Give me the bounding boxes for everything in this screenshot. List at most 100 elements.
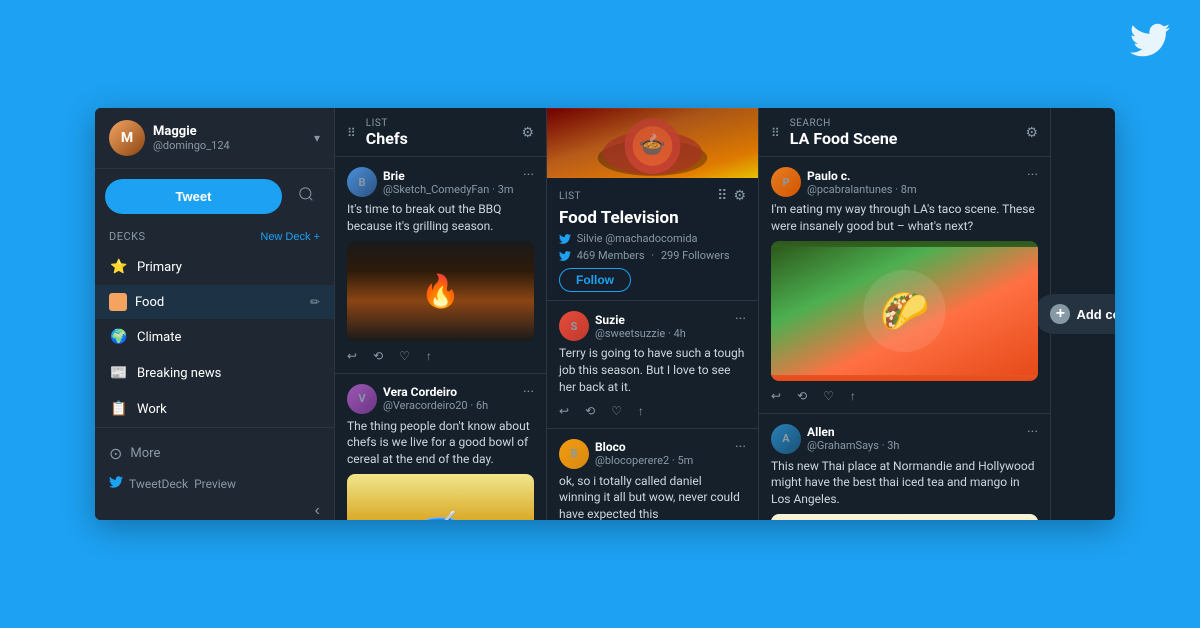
more-button[interactable]: ⊙ More xyxy=(109,438,320,469)
tweet-more-suzie[interactable]: ··· xyxy=(735,311,746,327)
food-tv-drag[interactable]: ⠿ xyxy=(717,188,727,204)
chefs-column-header: ⠿ List Chefs ⚙ xyxy=(335,108,546,157)
la-food-type-label: Search xyxy=(790,118,898,129)
twitter-bird-logo xyxy=(1130,20,1170,69)
like-button-paulo[interactable]: ♡ xyxy=(823,389,834,403)
share-button-suzie[interactable]: ↑ xyxy=(638,404,644,418)
chefs-title: Chefs xyxy=(366,129,408,148)
avatar-bloco: B xyxy=(559,439,589,469)
deck-label-primary: Primary xyxy=(137,260,182,275)
cereal-image: 🥣 xyxy=(347,474,534,520)
food-tv-gear-icon[interactable]: ⚙ xyxy=(733,188,746,204)
tweet-image-vera: 🥣 Vera Cordeiro xyxy=(347,474,534,520)
tweet-allen: A Allen @GrahamSays · 3h ··· This new xyxy=(759,414,1050,520)
tweet-brie: B Brie @Sketch_ComedyFan · 3m ··· It's xyxy=(335,157,546,374)
sidebar-header: M Maggie @domingo_124 ▾ xyxy=(95,108,334,169)
tweet-image-allen: 🧋 xyxy=(771,514,1038,520)
tweet-more-brie[interactable]: ··· xyxy=(523,167,534,183)
svg-text:🌮: 🌮 xyxy=(879,287,929,334)
food-tv-header-image: 🍲 xyxy=(547,108,758,178)
tweetdeck-window: M Maggie @domingo_124 ▾ Tweet Decks New … xyxy=(95,108,1115,520)
share-button-brie[interactable]: ↑ xyxy=(426,349,432,363)
sidebar-footer: ⊙ More TweetDeck Preview ‹ xyxy=(95,427,334,520)
new-deck-button[interactable]: New Deck + xyxy=(260,231,320,243)
la-food-drag[interactable]: ⠿ xyxy=(771,126,780,140)
tweet-vera: V Vera Cordeiro @Veracordeiro20 · 6h ··· xyxy=(335,374,546,520)
edit-icon[interactable]: ✏ xyxy=(310,295,320,309)
bbq-image: 🔥 xyxy=(347,241,534,341)
taco-image: 🌮 xyxy=(771,241,1038,381)
tweet-more-bloco[interactable]: ··· xyxy=(735,439,746,455)
tweet-body-suzie: Terry is going to have such a tough job … xyxy=(559,345,746,395)
share-button-paulo[interactable]: ↑ xyxy=(850,389,856,403)
drag-handle[interactable]: ⠿ xyxy=(347,126,356,140)
retweet-button-paulo[interactable]: ⟲ xyxy=(797,389,807,403)
tweet-button[interactable]: Tweet xyxy=(105,179,282,214)
tweet-actions-paulo: ↩ ⟲ ♡ ↑ xyxy=(771,387,1038,403)
avatar-suzie: S xyxy=(559,311,589,341)
username: Maggie xyxy=(153,124,230,139)
retweet-button-brie[interactable]: ⟲ xyxy=(373,349,383,363)
avatar-brie: B xyxy=(347,167,377,197)
tweet-body-bloco: ok, so i totally called daniel winning i… xyxy=(559,473,746,520)
chefs-gear-icon[interactable]: ⚙ xyxy=(521,125,534,141)
columns-area: ⠿ List Chefs ⚙ B Brie xyxy=(335,108,1115,520)
user-handle: @domingo_124 xyxy=(153,139,230,152)
tweet-body-allen: This new Thai place at Normandie and Hol… xyxy=(771,458,1038,508)
like-button-brie[interactable]: ♡ xyxy=(399,349,410,363)
tweet-image-paulo: 🌮 xyxy=(771,241,1038,381)
tweet-image-brie: 🔥 xyxy=(347,241,534,341)
tweet-suzie: S Suzie @sweetsuzzie · 4h ··· Terry is xyxy=(547,301,758,428)
globe-icon: 🌍 xyxy=(109,327,129,347)
tweet-paulo: P Paulo c. @pcabralantunes · 8m ··· I' xyxy=(759,157,1050,414)
sidebar-item-primary[interactable]: ⭐ Primary xyxy=(95,249,334,285)
sidebar-actions: Tweet xyxy=(95,169,334,224)
collapse-sidebar-button[interactable]: ‹ xyxy=(315,502,320,520)
sidebar-item-work[interactable]: 📋 Work xyxy=(95,391,334,427)
reply-button-paulo[interactable]: ↩ xyxy=(771,389,781,403)
tweet-name-allen: Allen @GrahamSays · 3h xyxy=(807,425,899,452)
work-icon: 📋 xyxy=(109,399,129,419)
chefs-tweet-list: B Brie @Sketch_ComedyFan · 3m ··· It's xyxy=(335,157,546,520)
user-info[interactable]: M Maggie @domingo_124 xyxy=(109,120,230,156)
twitter-icon-small xyxy=(559,232,577,245)
reply-button-brie[interactable]: ↩ xyxy=(347,349,357,363)
tweet-body-vera: The thing people don't know about chefs … xyxy=(347,418,534,468)
svg-text:🍲: 🍲 xyxy=(639,132,666,158)
tweet-body-paulo: I'm eating my way through LA's taco scen… xyxy=(771,201,1038,235)
star-icon: ⭐ xyxy=(109,257,129,277)
la-food-tweet-list: P Paulo c. @pcabralantunes · 8m ··· I' xyxy=(759,157,1050,520)
news-icon: 📰 xyxy=(109,363,129,383)
add-column-button[interactable]: + Add column xyxy=(1034,294,1115,334)
tweet-more-vera[interactable]: ··· xyxy=(523,384,534,400)
tweetdeck-label: TweetDeck Preview xyxy=(109,469,320,498)
tweet-more-paulo[interactable]: ··· xyxy=(1027,167,1038,183)
avatar-paulo: P xyxy=(771,167,801,197)
food-tv-title: Food Television xyxy=(559,208,746,228)
sidebar-item-food[interactable]: Food ✏ xyxy=(95,285,334,319)
search-button[interactable] xyxy=(288,179,324,214)
food-tv-info: List ⠿ ⚙ Food Television Silvie @machado… xyxy=(547,178,758,301)
tweet-name-vera: Vera Cordeiro @Veracordeiro20 · 6h xyxy=(383,385,488,412)
la-food-gear-icon[interactable]: ⚙ xyxy=(1025,125,1038,141)
la-food-column: ⠿ Search LA Food Scene ⚙ P Paulo c. xyxy=(759,108,1051,520)
iced-tea-image: 🧋 xyxy=(771,514,1038,520)
reply-button-suzie[interactable]: ↩ xyxy=(559,404,569,418)
chevron-down-icon[interactable]: ▾ xyxy=(314,131,320,145)
la-food-column-header: ⠿ Search LA Food Scene ⚙ xyxy=(759,108,1050,157)
decks-label: Decks xyxy=(109,230,146,243)
sidebar-item-climate[interactable]: 🌍 Climate xyxy=(95,319,334,355)
sidebar-item-breaking[interactable]: 📰 Breaking news xyxy=(95,355,334,391)
add-column-area: + Add column xyxy=(1051,108,1115,520)
follow-button[interactable]: Follow xyxy=(559,268,631,292)
tweet-body-brie: It's time to break out the BBQ because i… xyxy=(347,201,534,235)
like-button-suzie[interactable]: ♡ xyxy=(611,404,622,418)
deck-label-climate: Climate xyxy=(137,330,181,345)
avatar: M xyxy=(109,120,145,156)
tweet-more-allen[interactable]: ··· xyxy=(1027,424,1038,440)
food-tv-owner: Silvie @machadocomida xyxy=(559,232,746,245)
tweet-actions-brie: ↩ ⟲ ♡ ↑ xyxy=(347,347,534,363)
la-food-title: LA Food Scene xyxy=(790,129,898,148)
retweet-button-suzie[interactable]: ⟲ xyxy=(585,404,595,418)
chefs-column: ⠿ List Chefs ⚙ B Brie xyxy=(335,108,547,520)
